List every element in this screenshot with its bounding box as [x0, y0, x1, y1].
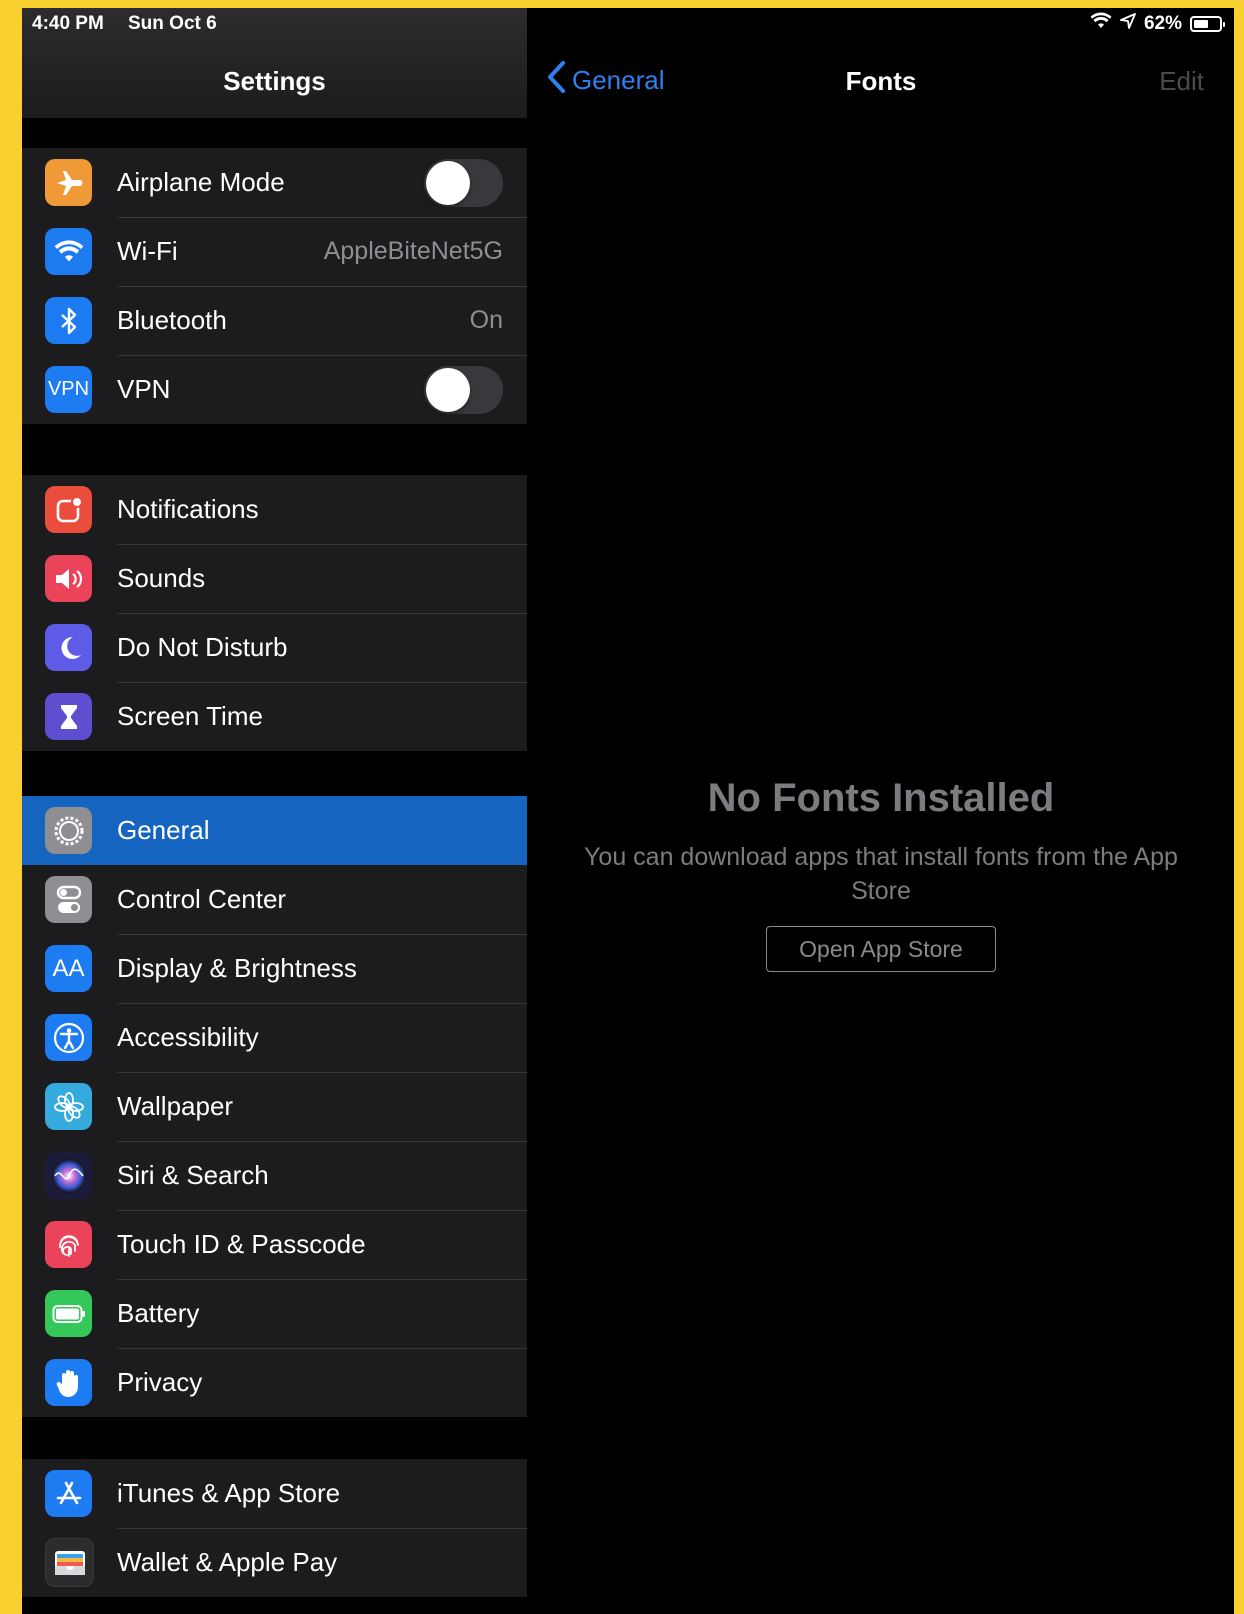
sidebar-item-bluetooth[interactable]: Bluetooth On	[22, 286, 527, 356]
sidebar-item-label: VPN	[117, 374, 171, 404]
sidebar-item-privacy[interactable]: Privacy	[22, 1348, 527, 1417]
sidebar-item-airplane-mode[interactable]: Airplane Mode	[22, 148, 527, 218]
sidebar-item-general[interactable]: General	[22, 796, 527, 865]
sidebar-item-label: Bluetooth	[117, 305, 227, 335]
sidebar-item-battery[interactable]: Battery	[22, 1279, 527, 1349]
display-icon: AA	[45, 945, 92, 992]
sidebar-item-label: Wallpaper	[117, 1091, 234, 1121]
sidebar-item-wallet-and-apple-pay[interactable]: Wallet & Apple Pay	[22, 1528, 527, 1597]
settings-group: iTunes & App Store Wallet & Apple Pay	[22, 1459, 527, 1597]
sidebar-item-itunes-and-app-store[interactable]: iTunes & App Store	[22, 1459, 527, 1529]
settings-group: General Control Center AA Display & Brightn…	[22, 796, 527, 1417]
edit-button[interactable]: Edit	[1159, 66, 1204, 97]
sounds-icon	[45, 555, 92, 602]
sidebar-item-touch-id-and-passcode[interactable]: Touch ID & Passcode	[22, 1210, 527, 1280]
sidebar-item-label: Control Center	[117, 884, 287, 914]
sidebar-item-label: iTunes & App Store	[117, 1478, 341, 1508]
status-right: 62%	[1090, 12, 1225, 36]
status-time: 4:40 PM	[32, 13, 104, 34]
sidebar-item-value: On	[469, 306, 503, 334]
sidebar-title: Settings	[223, 66, 326, 96]
sidebar-item-screen-time[interactable]: Screen Time	[22, 682, 527, 751]
notifications-icon	[45, 486, 92, 533]
app-store-icon	[45, 1470, 92, 1517]
display-icon-text: AA	[52, 954, 85, 982]
sidebar-item-vpn[interactable]: VPN VPN	[22, 355, 527, 424]
bluetooth-icon	[45, 297, 92, 344]
sidebar-item-notifications[interactable]: Notifications	[22, 475, 527, 545]
hourglass-icon	[45, 693, 92, 740]
vpn-icon-text: VPN	[47, 378, 90, 400]
gear-icon	[45, 807, 92, 854]
toggle-knob	[426, 367, 470, 412]
siri-icon	[45, 1152, 92, 1199]
sidebar-item-label: Display & Brightness	[117, 953, 357, 983]
sidebar-item-label: Touch ID & Passcode	[117, 1229, 366, 1259]
page-title: Fonts	[845, 66, 917, 96]
sidebar-item-label: Accessibility	[117, 1022, 259, 1052]
sidebar-item-label: Sounds	[117, 563, 206, 593]
sidebar-item-label: Battery	[117, 1298, 200, 1328]
battery-status-icon	[1190, 16, 1225, 32]
sidebar-item-do-not-disturb[interactable]: Do Not Disturb	[22, 613, 527, 683]
sidebar-item-label: Airplane Mode	[117, 167, 285, 197]
settings-sidebar: Settings Airplane Mode Wi-Fi AppleBiteNet5…	[22, 8, 527, 1614]
ipad-screen: 4:40 PM Sun Oct 6 62% Settings Airplane …	[22, 8, 1234, 1614]
battery-icon	[45, 1290, 92, 1337]
sidebar-item-display-and-brightness[interactable]: AA Display & Brightness	[22, 934, 527, 1004]
sidebar-item-control-center[interactable]: Control Center	[22, 865, 527, 935]
open-app-store-button[interactable]: Open App Store	[766, 926, 996, 972]
wallpaper-icon	[45, 1083, 92, 1130]
wifi-icon	[45, 228, 92, 275]
wifi-status-icon	[1090, 12, 1112, 36]
fonts-detail-pane: General Fonts Edit No Fonts Installed Yo…	[528, 8, 1234, 1614]
status-bar: 4:40 PM Sun Oct 6 62%	[22, 8, 1234, 38]
sidebar-item-label: Wallet & Apple Pay	[117, 1547, 338, 1577]
location-arrow-icon	[1120, 13, 1136, 35]
hand-icon	[45, 1359, 92, 1406]
sidebar-item-label: Notifications	[117, 494, 259, 524]
sidebar-item-label: General	[117, 815, 210, 845]
sidebar-item-sounds[interactable]: Sounds	[22, 544, 527, 614]
sidebar-item-siri-and-search[interactable]: Siri & Search	[22, 1141, 527, 1211]
sidebar-item-value: AppleBiteNet5G	[323, 237, 503, 265]
moon-icon	[45, 624, 92, 671]
sidebar-item-label: Siri & Search	[117, 1160, 269, 1190]
empty-state-text: You can download apps that install fonts…	[584, 843, 1178, 905]
toggle-knob	[426, 160, 470, 205]
fingerprint-icon	[45, 1221, 92, 1268]
battery-percent: 62%	[1143, 13, 1182, 34]
control-center-icon	[45, 876, 92, 923]
sidebar-item-label: Screen Time	[117, 701, 263, 731]
airplane-icon	[45, 159, 92, 206]
status-date: Sun Oct 6	[128, 13, 217, 34]
sidebar-item-label: Do Not Disturb	[117, 632, 288, 662]
sidebar-item-wallpaper[interactable]: Wallpaper	[22, 1072, 527, 1142]
sidebar-item-label: Privacy	[117, 1367, 203, 1397]
sidebar-item-wi-fi[interactable]: Wi-Fi AppleBiteNet5G	[22, 217, 527, 287]
settings-group: Notifications Sounds Do Not Disturb Screen …	[22, 475, 527, 751]
settings-group: Airplane Mode Wi-Fi AppleBiteNet5G Bluetoot…	[22, 148, 527, 424]
accessibility-icon	[45, 1014, 92, 1061]
sidebar-item-label: Wi-Fi	[117, 236, 178, 266]
wallet-icon	[45, 1538, 94, 1587]
vpn-icon: VPN	[45, 366, 92, 413]
sidebar-item-accessibility[interactable]: Accessibility	[22, 1003, 527, 1073]
empty-state-title: No Fonts Installed	[707, 776, 1055, 820]
vpn-toggle[interactable]	[424, 365, 503, 414]
airplane-mode-toggle[interactable]	[424, 158, 503, 207]
